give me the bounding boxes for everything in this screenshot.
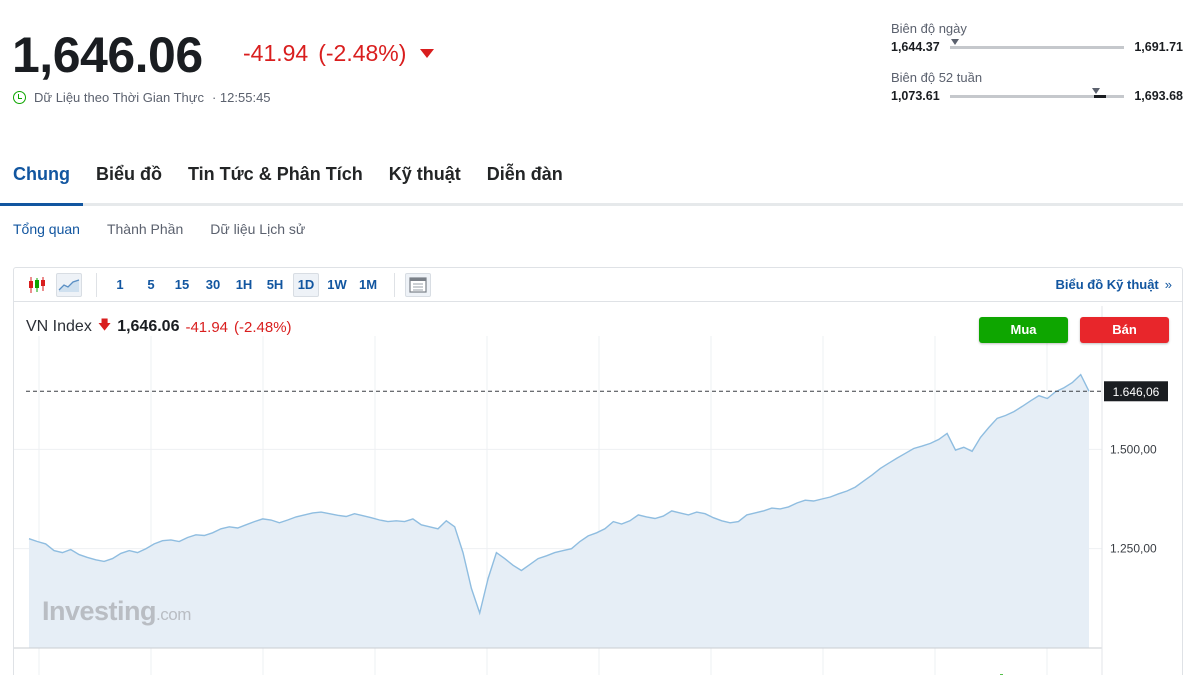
week52-range-fill <box>1093 94 1106 98</box>
price-change-value: -41.94 <box>243 40 309 66</box>
chart-legend: VN Index 🡇 1,646.06 -41.94 (-2.48%) <box>26 316 292 338</box>
sub-tabs: Tổng quan Thành Phần Dữ liệu Lịch sử <box>13 221 305 237</box>
watermark-main: Investing <box>42 596 157 626</box>
day-range-high: 1,691.71 <box>1134 40 1183 54</box>
tab-technical[interactable]: Kỹ thuật <box>376 160 474 206</box>
tab-chart[interactable]: Biểu đồ <box>83 160 175 206</box>
legend-change-percent: (-2.48%) <box>234 318 292 336</box>
week52-range-marker <box>1091 87 1100 94</box>
chart-panel: 1 5 15 30 1H 5H 1D 1W 1M Biểu đồ Kỹ thuậ… <box>13 267 1183 675</box>
tab-overview[interactable]: Chung <box>0 160 83 206</box>
last-price-label: 1.646,06 <box>1113 385 1160 399</box>
y-tick-label: 1.500,00 <box>1110 442 1157 456</box>
price-change-percent: (-2.48%) <box>318 40 407 66</box>
clock-icon <box>13 91 26 104</box>
legend-down-arrow-icon: 🡇 <box>97 317 112 332</box>
main-tabs: Chung Biểu đồ Tin Tức & Phân Tích Kỹ thu… <box>0 160 1183 206</box>
week52-range-low: 1,073.61 <box>891 89 940 103</box>
subtab-overview[interactable]: Tổng quan <box>13 221 80 237</box>
week52-range-title: Biên độ 52 tuần <box>891 70 983 85</box>
tab-news-analysis[interactable]: Tin Tức & Phân Tích <box>175 160 376 206</box>
price-change: -41.94 (-2.48%) <box>243 40 435 67</box>
down-arrow-icon <box>420 49 435 58</box>
investing-watermark: Investing.com <box>42 596 191 627</box>
realtime-status: Dữ Liệu theo Thời Gian Thực · 12:55:45 <box>13 90 271 105</box>
sell-button[interactable]: Bán <box>1080 317 1169 343</box>
week52-range-high: 1,693.68 <box>1134 89 1183 103</box>
y-tick-label: 1.250,00 <box>1110 542 1157 556</box>
day-range-marker <box>950 38 959 45</box>
legend-price: 1,646.06 <box>117 318 180 335</box>
subtab-historical-data[interactable]: Dữ liệu Lịch sử <box>210 221 305 237</box>
watermark-suffix: .com <box>156 605 191 624</box>
legend-symbol-name: VN Index <box>26 318 92 335</box>
realtime-label: Dữ Liệu theo Thời Gian Thực <box>34 90 204 105</box>
subtab-components[interactable]: Thành Phần <box>107 221 183 237</box>
day-range-title: Biên độ ngày <box>891 21 967 36</box>
tab-forum[interactable]: Diễn đàn <box>474 160 576 206</box>
legend-change: -41.94 <box>185 318 229 336</box>
buy-button[interactable]: Mua <box>979 317 1068 343</box>
realtime-time: · 12:55:45 <box>211 90 271 105</box>
day-range: Biên độ ngày 1,644.37 1,691.71 <box>891 21 1183 54</box>
day-range-low: 1,644.37 <box>891 40 940 54</box>
current-price: 1,646.06 <box>12 27 203 83</box>
week52-range: Biên độ 52 tuần 1,073.61 1,693.68 <box>891 70 1183 103</box>
day-range-bar <box>949 38 1125 49</box>
week52-range-bar <box>949 87 1125 98</box>
